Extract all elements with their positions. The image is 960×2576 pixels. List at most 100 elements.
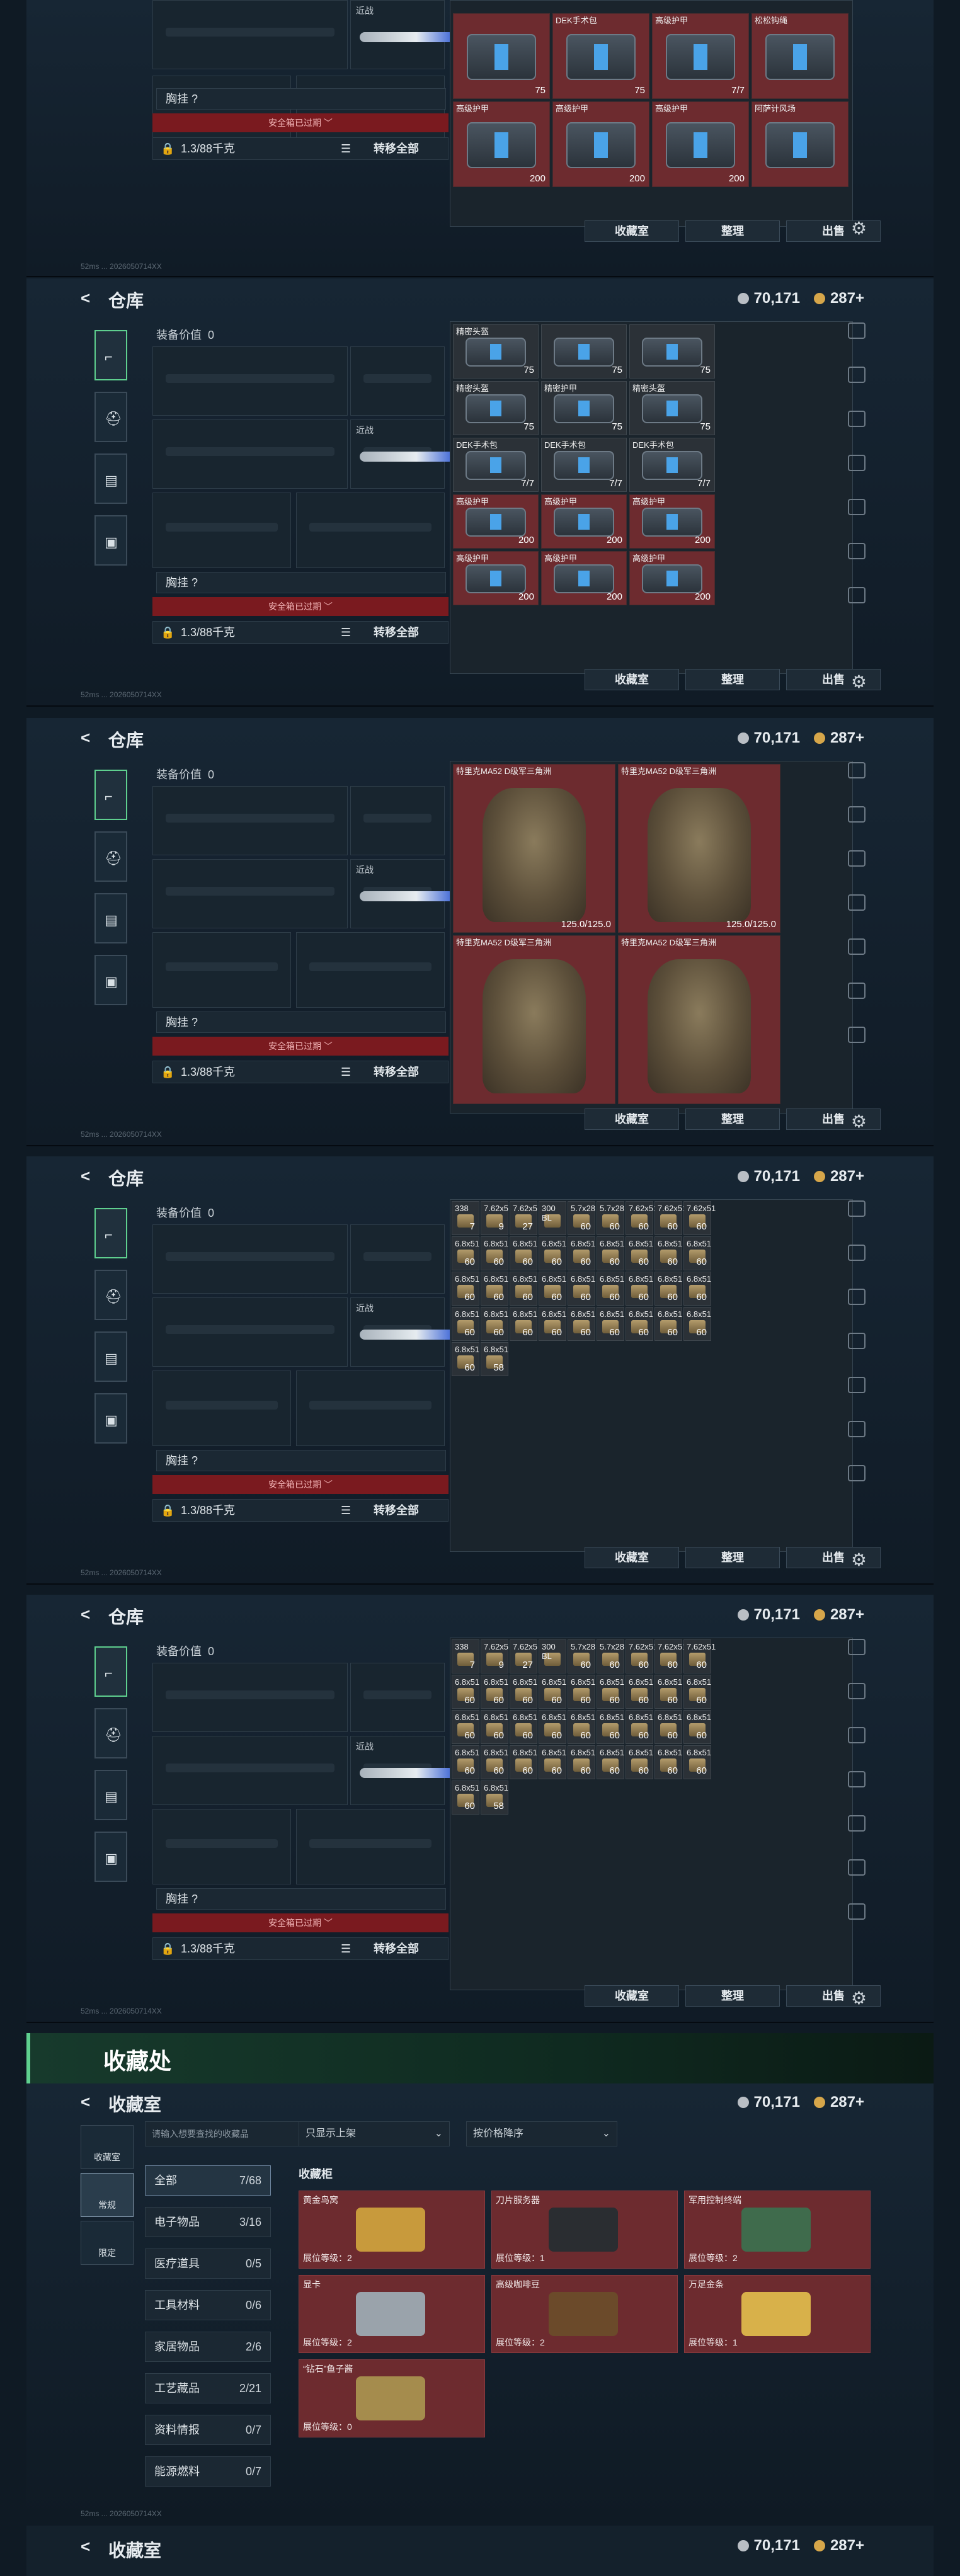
category-filter-icon[interactable]	[848, 1027, 866, 1043]
secondary-weapon-slot[interactable]	[152, 419, 348, 489]
pistol-slot[interactable]	[350, 346, 445, 416]
stash-item[interactable]: 75	[541, 324, 627, 379]
helmet-tab[interactable]: ⛑	[94, 1708, 127, 1758]
primary-weapon-slot[interactable]	[152, 1224, 348, 1294]
category-item[interactable]: 医疗道具 0/5	[145, 2248, 271, 2279]
armor-item[interactable]: 特里克MA52 D级军三角洲	[453, 935, 615, 1104]
ammo-item[interactable]: 6.8x51 60	[626, 1307, 653, 1341]
list-icon[interactable]: ☰	[341, 622, 351, 643]
stash-item[interactable]: 精密头盔 75	[629, 381, 715, 435]
ammo-item[interactable]: 6.8x51 60	[539, 1307, 566, 1341]
ammo-item[interactable]: 6.8x51 60	[452, 1272, 479, 1306]
ammo-item[interactable]: 6.8x51 60	[597, 1745, 624, 1779]
ammo-item[interactable]: 6.8x51 60	[654, 1307, 682, 1341]
tab-collection-room[interactable]: 收藏室	[81, 2125, 134, 2169]
collection-card[interactable]: 万足金条 展位等级：1	[684, 2275, 871, 2353]
chest-rig-bar[interactable]: 胸挂 ?	[156, 88, 446, 110]
stash-item[interactable]: 75	[629, 324, 715, 379]
settings-gear-icon[interactable]: ⚙	[851, 1988, 867, 2009]
ammo-item[interactable]: 6.8x51 60	[539, 1272, 566, 1306]
backpack-tab[interactable]: ▤	[94, 1331, 127, 1382]
transfer-all-button[interactable]: 转移全部	[374, 1061, 419, 1083]
ammo-item[interactable]: 6.8x51 60	[568, 1236, 595, 1270]
list-icon[interactable]: ☰	[341, 138, 351, 159]
ammo-item[interactable]: 6.8x51 60	[510, 1675, 537, 1709]
ammo-item[interactable]: 6.8x51 60	[654, 1745, 682, 1779]
gold-balance[interactable]: 287+	[813, 729, 864, 747]
backpack-tab[interactable]: ▤	[94, 1770, 127, 1820]
ammo-item[interactable]: 6.8x51 60	[452, 1675, 479, 1709]
ammo-item[interactable]: 7.62x51 60	[654, 1639, 687, 1673]
ammo-item[interactable]: 6.8x51 60	[539, 1710, 566, 1744]
ammo-item[interactable]: 6.8x51 60	[597, 1710, 624, 1744]
secondary-weapon-slot[interactable]	[152, 859, 348, 928]
category-filter-icon[interactable]	[848, 1200, 866, 1217]
collection-button[interactable]: 收藏室	[585, 1547, 679, 1568]
weapon-tab[interactable]: ⌐	[94, 330, 127, 380]
stash-item[interactable]: 精密头盔 75	[453, 381, 539, 435]
secondary-weapon-slot[interactable]	[152, 1297, 348, 1367]
case-tab[interactable]: ▣	[94, 955, 127, 1005]
collection-card[interactable]: 高级咖啡豆 展位等级：2	[491, 2275, 678, 2353]
ammo-item[interactable]: 6.8x51 58	[481, 1342, 508, 1376]
ammo-item[interactable]: 7.62x51 60	[626, 1201, 658, 1235]
pistol-slot[interactable]	[350, 1663, 445, 1732]
ammo-item[interactable]: 6.8x51 60	[626, 1675, 653, 1709]
ammo-item[interactable]: 6.8x51 60	[510, 1236, 537, 1270]
stash-item[interactable]: 高级护甲 200	[453, 101, 550, 187]
category-filter-icon[interactable]	[848, 1727, 866, 1743]
chest-rig-bar[interactable]: 胸挂 ?	[156, 572, 446, 593]
sort-button[interactable]: 整理	[685, 1547, 780, 1568]
helmet-slot[interactable]	[152, 1809, 291, 1884]
gold-balance[interactable]: 287+	[813, 1606, 864, 1624]
list-icon[interactable]: ☰	[341, 1938, 351, 1959]
case-tab[interactable]: ▣	[94, 515, 127, 566]
category-filter-icon[interactable]	[848, 983, 866, 999]
category-filter-icon[interactable]	[848, 894, 866, 911]
back-icon[interactable]: <	[81, 1166, 90, 1186]
ammo-item[interactable]: 6.8x51 60	[654, 1675, 682, 1709]
ammo-item[interactable]: 7.62x51 60	[654, 1201, 687, 1235]
category-item[interactable]: 能源燃料 0/7	[145, 2456, 271, 2487]
ammo-item[interactable]: 6.8x51 60	[510, 1307, 537, 1341]
ammo-item[interactable]: 6.8x51 60	[683, 1307, 711, 1341]
ammo-item[interactable]: 7.62x51 60	[683, 1201, 716, 1235]
list-icon[interactable]: ☰	[341, 1061, 351, 1083]
category-filter-icon[interactable]	[848, 806, 866, 823]
ammo-item[interactable]: 338 7	[452, 1201, 479, 1235]
category-filter-icon[interactable]	[848, 455, 866, 471]
case-tab[interactable]: ▣	[94, 1393, 127, 1444]
ammo-item[interactable]: 7.62x5 27	[510, 1639, 537, 1673]
chest-rig-bar[interactable]: 胸挂 ?	[156, 1012, 446, 1033]
tab-limited[interactable]: 限定	[81, 2221, 134, 2265]
stash-item[interactable]: 高级护甲 200	[453, 494, 539, 549]
category-filter-icon[interactable]	[848, 587, 866, 603]
ammo-item[interactable]: 6.8x51 60	[597, 1236, 624, 1270]
gold-balance[interactable]: 287+	[813, 2094, 864, 2111]
melee-slot[interactable]: 近战	[350, 1736, 454, 1805]
ammo-item[interactable]: 6.8x51 60	[539, 1675, 566, 1709]
stash-item[interactable]: 高级护甲 200	[453, 551, 539, 605]
back-icon[interactable]: <	[81, 1605, 90, 1624]
sort-button[interactable]: 整理	[685, 220, 780, 242]
ammo-item[interactable]: 5.7x28 60	[568, 1639, 595, 1673]
list-icon[interactable]: ☰	[341, 1500, 351, 1521]
armor-slot[interactable]	[296, 1371, 445, 1446]
ammo-item[interactable]: 6.8x51 60	[452, 1710, 479, 1744]
ammo-item[interactable]: 6.8x51 60	[683, 1710, 711, 1744]
settings-gear-icon[interactable]: ⚙	[851, 1111, 867, 1132]
transfer-all-button[interactable]: 转移全部	[374, 138, 419, 159]
secondary-weapon-slot[interactable]	[152, 1736, 348, 1805]
category-filter-icon[interactable]	[848, 850, 866, 867]
armor-item[interactable]: 特里克MA52 D级军三角洲	[618, 935, 780, 1104]
collection-button[interactable]: 收藏室	[585, 220, 679, 242]
transfer-all-button[interactable]: 转移全部	[374, 622, 419, 643]
armor-slot[interactable]	[296, 1809, 445, 1884]
ammo-item[interactable]: 6.8x51 60	[510, 1710, 537, 1744]
stash-item[interactable]: 精密护甲 75	[541, 381, 627, 435]
stash-item[interactable]: 高级护甲 200	[652, 101, 749, 187]
category-filter-icon[interactable]	[848, 1771, 866, 1787]
armor-item[interactable]: 特里克MA52 D级军三角洲 125.0/125.0	[453, 764, 615, 933]
tab-regular[interactable]: 常规	[81, 2173, 134, 2217]
collection-card[interactable]: 黄金鸟窝 展位等级：2	[299, 2191, 485, 2269]
